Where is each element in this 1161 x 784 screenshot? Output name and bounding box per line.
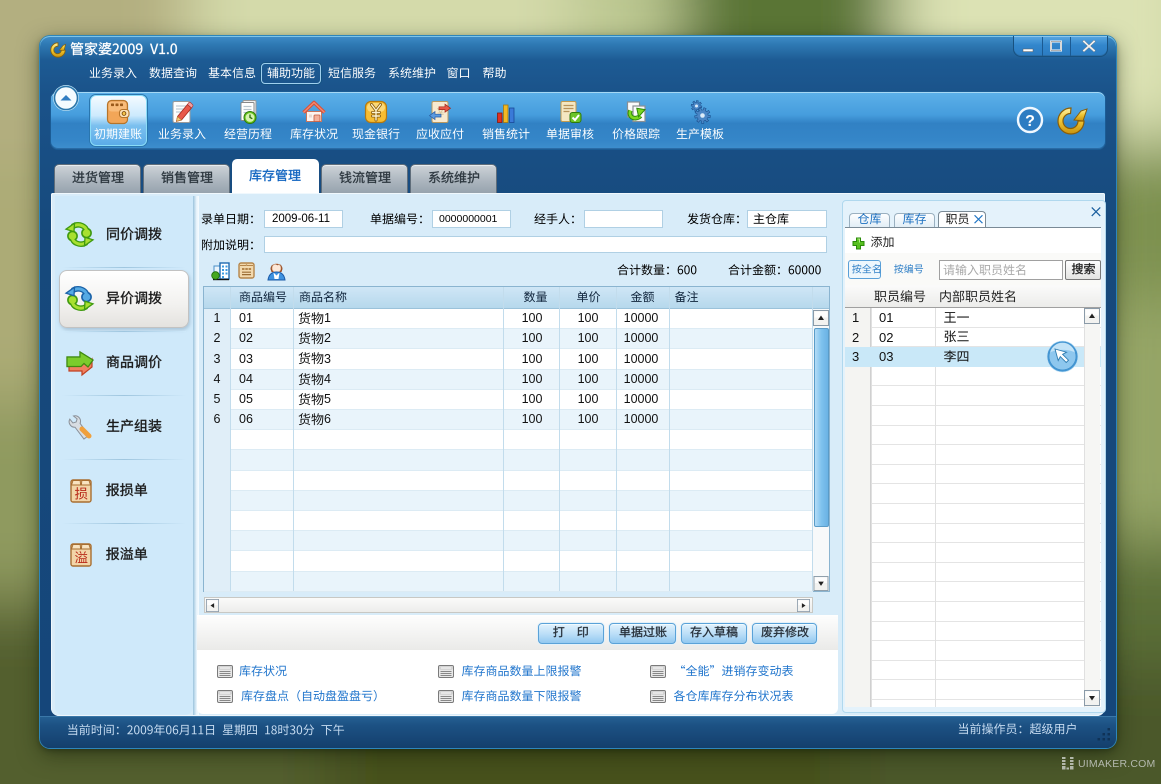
svg-text:?: ? xyxy=(1025,113,1035,130)
